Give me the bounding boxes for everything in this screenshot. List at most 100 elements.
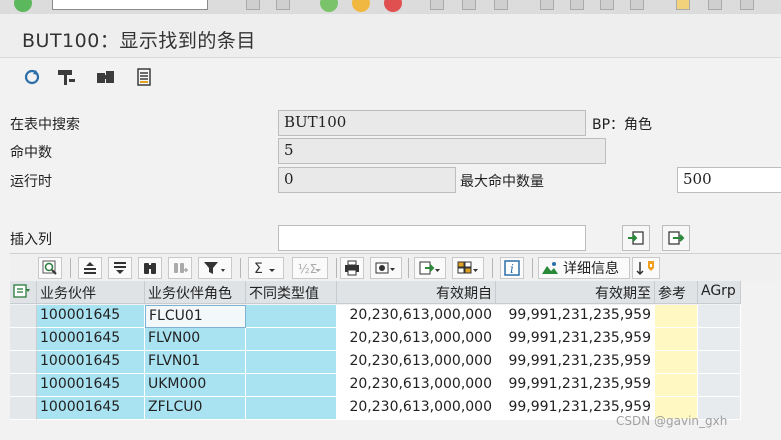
details-button[interactable]: 详细信息 — [538, 257, 630, 279]
export-button[interactable] — [414, 257, 446, 279]
cell-diff-type-value — [246, 374, 337, 397]
layout-icon[interactable] — [708, 0, 722, 10]
cell-valid-from: 20,230,613,000,000 — [337, 351, 496, 374]
favorites-icon[interactable] — [676, 0, 690, 10]
toolbar-separator — [240, 258, 241, 278]
runtime-field: 0 — [278, 167, 456, 193]
cell-valid-from: 20,230,613,000,000 — [337, 374, 496, 397]
plugin-button[interactable] — [94, 66, 118, 88]
cell-valid-from: 20,230,613,000,000 — [337, 328, 496, 351]
last-page-icon[interactable] — [630, 0, 644, 10]
runtime-label: 运行时 — [10, 174, 52, 190]
hits-row: 命中数 5 — [0, 138, 781, 164]
table-row[interactable]: 100001645 FLCU01 20,230,613,000,000 99,9… — [10, 305, 741, 328]
enter-icon[interactable] — [14, 0, 32, 12]
find-button[interactable] — [138, 257, 162, 279]
help-icon[interactable] — [740, 0, 754, 10]
max-hits-field[interactable]: 500 — [677, 167, 781, 193]
watermark: CSDN @gavin_gxh — [616, 414, 728, 428]
sum-icon: Σ — [254, 261, 275, 276]
find-next-icon[interactable] — [494, 0, 508, 10]
column-header-reference[interactable]: 参考 — [655, 281, 698, 304]
cell-partner-role[interactable]: FLCU01 — [145, 305, 246, 328]
column-header-valid-to[interactable]: 有效期至 — [496, 281, 655, 304]
info-button[interactable]: i — [500, 257, 524, 279]
toolbar-separator — [492, 258, 493, 278]
search-table-row: 在表中搜索 BUT100 BP：角色 — [0, 110, 781, 136]
subtotal-icon: ½Σ — [298, 262, 321, 276]
first-page-icon[interactable] — [540, 0, 554, 10]
svg-text:½Σ: ½Σ — [298, 262, 317, 276]
row-selector[interactable] — [10, 328, 37, 351]
print-icon[interactable] — [430, 0, 444, 10]
document-button[interactable] — [132, 66, 156, 88]
sequence-sort-icon — [636, 261, 654, 276]
next-page-icon[interactable] — [600, 0, 614, 10]
refresh-button[interactable] — [20, 66, 44, 88]
sort-descending-button[interactable] — [108, 257, 132, 279]
sequence-button[interactable] — [632, 257, 660, 279]
row-selector[interactable] — [10, 374, 37, 397]
select-all-cell[interactable] — [10, 281, 37, 304]
search-table-description: BP：角色 — [592, 117, 653, 133]
cancel-icon[interactable] — [352, 0, 370, 12]
hits-field: 5 — [278, 138, 606, 164]
find-icon[interactable] — [462, 0, 476, 10]
insert-column-field[interactable] — [278, 225, 586, 251]
row-selector[interactable] — [10, 305, 37, 328]
table-row[interactable]: 100001645 FLVN00 20,230,613,000,000 99,9… — [10, 328, 741, 351]
save-icon[interactable] — [276, 0, 290, 10]
cell-partner-role: FLVN01 — [145, 351, 246, 374]
cell-reference — [655, 351, 698, 374]
stop-icon[interactable] — [384, 0, 402, 12]
subtotal-button[interactable]: ½Σ — [292, 257, 328, 279]
cell-valid-from: 20,230,613,000,000 — [337, 397, 496, 420]
layout-button[interactable] — [452, 257, 484, 279]
cell-partner-role: UKM000 — [145, 374, 246, 397]
views-button[interactable] — [370, 257, 402, 279]
print-button[interactable] — [340, 257, 364, 279]
cell-valid-to: 99,991,231,235,959 — [496, 305, 655, 328]
table-row[interactable]: 100001645 FLVN01 20,230,613,000,000 99,9… — [10, 351, 741, 374]
column-header-diff-type-value[interactable]: 不同类型值 — [246, 281, 337, 304]
sort-ascending-button[interactable] — [78, 257, 102, 279]
info-icon: i — [504, 260, 520, 276]
magnifier-icon — [42, 260, 57, 275]
insert-column-row: 插入列 — [0, 225, 781, 251]
column-header-partner[interactable]: 业务伙伴 — [37, 281, 145, 304]
column-header-partner-role[interactable]: 业务伙伴角色 — [145, 281, 246, 304]
filter-button[interactable] — [198, 257, 232, 279]
binoculars-icon — [144, 263, 156, 274]
command-field[interactable] — [52, 0, 208, 10]
toolbar-separator — [408, 258, 409, 278]
settings-button[interactable] — [54, 66, 78, 88]
sum-button[interactable]: Σ — [248, 257, 284, 279]
details-label: 详细信息 — [563, 261, 619, 277]
printer-icon — [345, 260, 359, 276]
document-list-icon — [137, 68, 151, 86]
cell-reference — [655, 328, 698, 351]
mountain-picture-icon — [542, 262, 558, 274]
column-header-agrp[interactable]: AGrp — [698, 281, 741, 304]
exit-icon[interactable] — [320, 0, 338, 12]
back-icon[interactable] — [246, 0, 260, 10]
page-title: BUT100：显示找到的条目 — [22, 30, 256, 52]
max-hits-label: 最大命中数量 — [460, 174, 544, 190]
prev-page-icon[interactable] — [570, 0, 584, 10]
cell-valid-from: 20,230,613,000,000 — [337, 305, 496, 328]
layout-grid-icon — [457, 261, 478, 274]
zoom-details-button[interactable] — [38, 257, 62, 279]
row-selector[interactable] — [10, 351, 37, 374]
hammer-icon — [58, 70, 75, 85]
column-header-valid-from[interactable]: 有效期自 — [337, 281, 496, 304]
row-selector[interactable] — [10, 397, 37, 420]
toolbar-separator — [336, 258, 337, 278]
insert-column-after-button[interactable] — [662, 225, 690, 251]
insert-column-button[interactable] — [622, 225, 650, 251]
find-next-button[interactable] — [168, 257, 192, 279]
cell-diff-type-value — [246, 351, 337, 374]
cell-agrp — [698, 351, 741, 374]
cell-partner: 100001645 — [37, 305, 145, 328]
table-row[interactable]: 100001645 UKM000 20,230,613,000,000 99,9… — [10, 374, 741, 397]
sort-ascending-icon — [84, 262, 96, 274]
